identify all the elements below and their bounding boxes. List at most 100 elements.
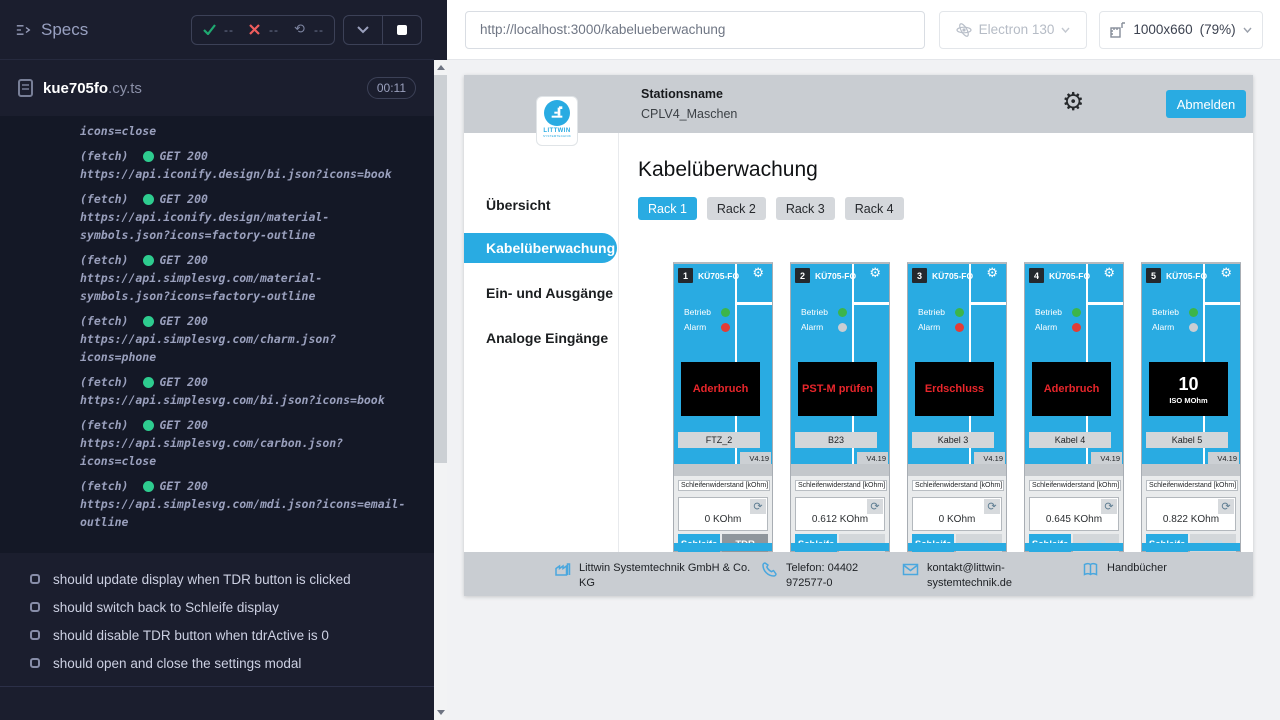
fetch-prefix: (fetch) bbox=[80, 312, 128, 330]
spec-ext: .cy.ts bbox=[108, 80, 142, 97]
stop-button[interactable] bbox=[383, 16, 421, 44]
spec-row[interactable]: kue705fo.cy.ts 00:11 bbox=[0, 60, 434, 116]
alarm-led-row: Alarm bbox=[801, 322, 847, 332]
test-item[interactable]: should open and close the settings modal bbox=[0, 649, 434, 677]
test-item[interactable]: should update display when TDR button is… bbox=[0, 565, 434, 593]
alarm-text: Aderbruch bbox=[693, 383, 749, 395]
command-log: icons=close (fetch) GET 200 https://a bbox=[0, 116, 434, 553]
card-settings-gear-icon[interactable]: ⚙ bbox=[1103, 267, 1115, 280]
rack-tab[interactable]: Rack 1 bbox=[638, 197, 697, 220]
betrieb-led bbox=[1072, 308, 1081, 317]
log-entry[interactable]: icons=close bbox=[80, 122, 408, 140]
log-entry[interactable]: (fetch) GET 200 https://api.simplesvg.co… bbox=[80, 416, 408, 470]
cypress-header: Specs -- -- ⟲ -- bbox=[0, 0, 434, 60]
card-settings-gear-icon[interactable]: ⚙ bbox=[986, 267, 998, 280]
rack-tab[interactable]: Rack 4 bbox=[845, 197, 904, 220]
scrollbar-thumb[interactable] bbox=[434, 75, 447, 463]
log-entry[interactable]: (fetch) GET 200 https://api.iconify.desi… bbox=[80, 147, 408, 183]
footer-item[interactable]: Handbücher bbox=[1082, 561, 1167, 578]
footer-item[interactable]: kontakt@littwin-systemtechnik.de bbox=[902, 561, 1027, 591]
collapse-button[interactable] bbox=[344, 16, 382, 44]
specs-menu-icon[interactable] bbox=[16, 22, 31, 37]
test-item[interactable]: should switch back to Schleife display bbox=[0, 593, 434, 621]
betrieb-led-row: Betrieb bbox=[918, 307, 964, 317]
betrieb-led-row: Betrieb bbox=[801, 307, 847, 317]
resistance-label: Schleifenwiderstand [kOhm] bbox=[912, 480, 1004, 491]
page-title: Kabelüberwachung bbox=[638, 158, 1253, 182]
fetch-method: GET 200 bbox=[159, 251, 207, 269]
runner-controls bbox=[343, 15, 422, 45]
log-entry[interactable]: (fetch) GET 200 https://api.simplesvg.co… bbox=[80, 373, 408, 409]
url-input[interactable] bbox=[465, 11, 925, 49]
app-main: Kabelüberwachung Rack 1 Rack 2 Rack 3 Ra… bbox=[619, 133, 1253, 552]
footer-text: kontakt@littwin-systemtechnik.de bbox=[927, 561, 1027, 591]
scrollbar[interactable] bbox=[434, 60, 447, 720]
measure-unit: ISO MOhm bbox=[1169, 396, 1207, 405]
footer-item[interactable]: Telefon: 04402 972577-0 bbox=[761, 561, 898, 591]
logout-button[interactable]: Abmelden bbox=[1166, 90, 1246, 118]
fetch-prefix: (fetch) bbox=[80, 416, 128, 434]
device-card: 2 KÜ705-FO ⚙ Betrieb Alarm bbox=[790, 262, 890, 552]
fetch-url: https://api.simplesvg.com/carbon.json?​i… bbox=[80, 434, 408, 470]
refresh-icon[interactable]: ⟳ bbox=[867, 499, 883, 514]
card-settings-gear-icon[interactable]: ⚙ bbox=[1220, 267, 1232, 280]
test-item[interactable]: should disable TDR button when tdrActive… bbox=[0, 621, 434, 649]
refresh-icon[interactable]: ⟳ bbox=[1218, 499, 1234, 514]
viewport-size: 1000x660 bbox=[1133, 22, 1192, 37]
footer-item[interactable]: Littwin Systemtechnik GmbH & Co. KG bbox=[554, 561, 761, 591]
alarm-label: Alarm bbox=[1035, 322, 1063, 332]
log-continuation: icons=close bbox=[80, 122, 408, 140]
cable-name: Kabel 4 bbox=[1029, 432, 1111, 448]
refresh-icon[interactable]: ⟳ bbox=[750, 499, 766, 514]
scroll-down-icon[interactable] bbox=[437, 710, 445, 715]
card-bottom-strip bbox=[791, 543, 889, 551]
fetch-line: (fetch) GET 200 bbox=[80, 373, 408, 391]
log-entry[interactable]: (fetch) GET 200 https://api.simplesvg.co… bbox=[80, 477, 408, 531]
resistance-label: Schleifenwiderstand [kOhm] bbox=[678, 480, 770, 491]
alarm-label: Alarm bbox=[801, 322, 829, 332]
station-info: Stationsname CPLV4_Maschen bbox=[641, 87, 737, 121]
sidebar-item[interactable]: Ein- und Ausgänge bbox=[464, 285, 613, 301]
log-entry[interactable]: (fetch) GET 200 https://api.iconify.desi… bbox=[80, 190, 408, 244]
divider bbox=[674, 464, 772, 476]
settings-gear-icon[interactable]: ⚙ bbox=[1062, 89, 1084, 114]
browser-bar: Electron 130 1000x660 (79%) bbox=[447, 0, 1280, 60]
log-entry[interactable]: (fetch) GET 200 https://api.simplesvg.co… bbox=[80, 312, 408, 366]
divider bbox=[908, 464, 1006, 476]
device-card: 3 KÜ705-FO ⚙ Betrieb Alarm bbox=[907, 262, 1007, 552]
device-card: 1 KÜ705-FO ⚙ Betrieb Alarm bbox=[673, 262, 773, 552]
fetch-prefix: (fetch) bbox=[80, 373, 128, 391]
status-dot-icon bbox=[143, 255, 154, 266]
sidebar-item[interactable]: Analoge Eingänge bbox=[464, 330, 608, 346]
sidebar-item[interactable]: Übersicht bbox=[464, 197, 551, 213]
status-display: Erdschluss bbox=[915, 362, 994, 416]
rack-tab[interactable]: Rack 3 bbox=[776, 197, 835, 220]
test-title: should switch back to Schleife display bbox=[53, 600, 279, 615]
fetch-method: GET 200 bbox=[159, 312, 207, 330]
scroll-up-icon[interactable] bbox=[437, 65, 445, 70]
device-cards: 1 KÜ705-FO ⚙ Betrieb Alarm bbox=[673, 262, 1253, 552]
refresh-icon[interactable]: ⟳ bbox=[984, 499, 1000, 514]
viewport-selector[interactable]: 1000x660 (79%) bbox=[1099, 11, 1263, 49]
resistance-readout: ⟳ 0.612 KOhm bbox=[795, 497, 885, 531]
fetch-method: GET 200 bbox=[159, 147, 207, 165]
card-settings-gear-icon[interactable]: ⚙ bbox=[869, 267, 881, 280]
betrieb-label: Betrieb bbox=[918, 307, 946, 317]
passed-icon bbox=[202, 22, 217, 37]
specs-title: Specs bbox=[41, 20, 88, 40]
rack-tab[interactable]: Rack 2 bbox=[707, 197, 766, 220]
app-preview-area: LITTWIN SYSTEMTECHNIK Stationsname CPLV4… bbox=[447, 60, 1280, 720]
logo-mark-icon bbox=[544, 100, 570, 126]
betrieb-led-row: Betrieb bbox=[684, 307, 730, 317]
status-display: Aderbruch bbox=[1032, 362, 1111, 416]
device-model: KÜ705-FO bbox=[815, 271, 856, 281]
refresh-icon[interactable]: ⟳ bbox=[1101, 499, 1117, 514]
log-entry[interactable]: (fetch) GET 200 https://api.simplesvg.co… bbox=[80, 251, 408, 305]
measurement-panel: Schleifenwiderstand [kOhm] ⟳ 0 KOhm Schl… bbox=[908, 476, 1006, 551]
card-number-badge: 5 bbox=[1146, 268, 1161, 283]
browser-selector[interactable]: Electron 130 bbox=[939, 11, 1087, 49]
pending-count: -- bbox=[314, 23, 324, 37]
sidebar-item[interactable]: Kabelüberwachung bbox=[464, 233, 617, 263]
fetch-prefix: (fetch) bbox=[80, 477, 128, 495]
card-settings-gear-icon[interactable]: ⚙ bbox=[752, 267, 764, 280]
